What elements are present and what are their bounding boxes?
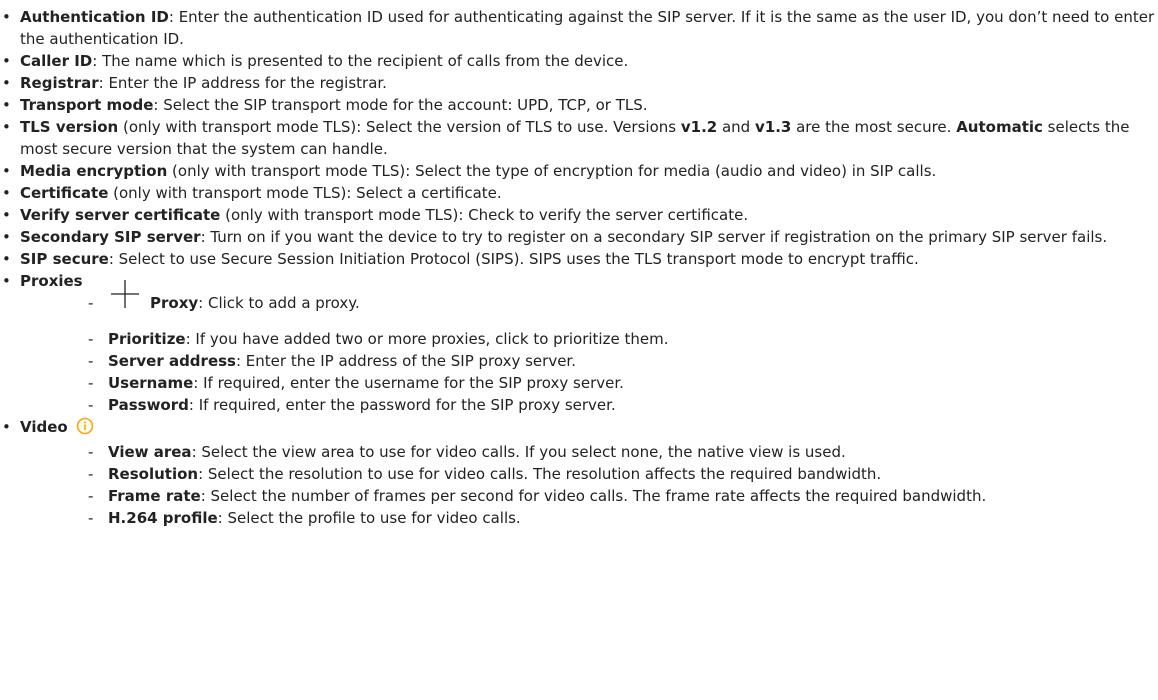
list-item-secondary-sip-server: Secondary SIP server: Turn on if you wan… [0, 226, 1158, 248]
list-item-verify-server-certificate: Verify server certificate (only with tra… [0, 204, 1158, 226]
sublist-item-frame-rate: Frame rate: Select the number of frames … [88, 485, 1158, 507]
sublist-item-view-area: View area: Select the view area to use f… [88, 441, 1158, 463]
list-item-transport-mode: Transport mode: Select the SIP transport… [0, 94, 1158, 116]
plus-icon[interactable] [108, 280, 142, 314]
sublist-item-password: Password: If required, enter the passwor… [88, 394, 1158, 416]
list-item-tls-version: TLS version (only with transport mode TL… [0, 116, 1158, 160]
proxies-heading: Proxies [20, 272, 83, 290]
list-item-proxies: Proxies Proxy: Click to add a proxy. Pri… [0, 270, 1158, 416]
list-item-sip-secure: SIP secure: Select to use Secure Session… [0, 248, 1158, 270]
document-body: Authentication ID: Enter the authenticat… [0, 6, 1158, 529]
video-sublist: View area: Select the view area to use f… [20, 441, 1158, 529]
proxies-sublist: Proxy: Click to add a proxy. Prioritize:… [20, 280, 1158, 416]
list-item-media-encryption: Media encryption (only with transport mo… [0, 160, 1158, 182]
video-heading: Video [20, 418, 68, 436]
sublist-item-server-address: Server address: Enter the IP address of … [88, 350, 1158, 372]
sublist-item-username: Username: If required, enter the usernam… [88, 372, 1158, 394]
sublist-item-prioritize: Prioritize: If you have added two or mor… [88, 328, 1158, 350]
sublist-item-add-proxy: Proxy: Click to add a proxy. [88, 280, 1158, 328]
sublist-item-resolution: Resolution: Select the resolution to use… [88, 463, 1158, 485]
list-item-certificate: Certificate (only with transport mode TL… [0, 182, 1158, 204]
list-item-authentication-id: Authentication ID: Enter the authenticat… [0, 6, 1158, 50]
info-icon[interactable] [76, 417, 94, 441]
list-item-caller-id: Caller ID: The name which is presented t… [0, 50, 1158, 72]
settings-list: Authentication ID: Enter the authenticat… [0, 6, 1158, 529]
list-item-video: Video View area: Select the view area to… [0, 416, 1158, 529]
sublist-item-h264-profile: H.264 profile: Select the profile to use… [88, 507, 1158, 529]
list-item-registrar: Registrar: Enter the IP address for the … [0, 72, 1158, 94]
